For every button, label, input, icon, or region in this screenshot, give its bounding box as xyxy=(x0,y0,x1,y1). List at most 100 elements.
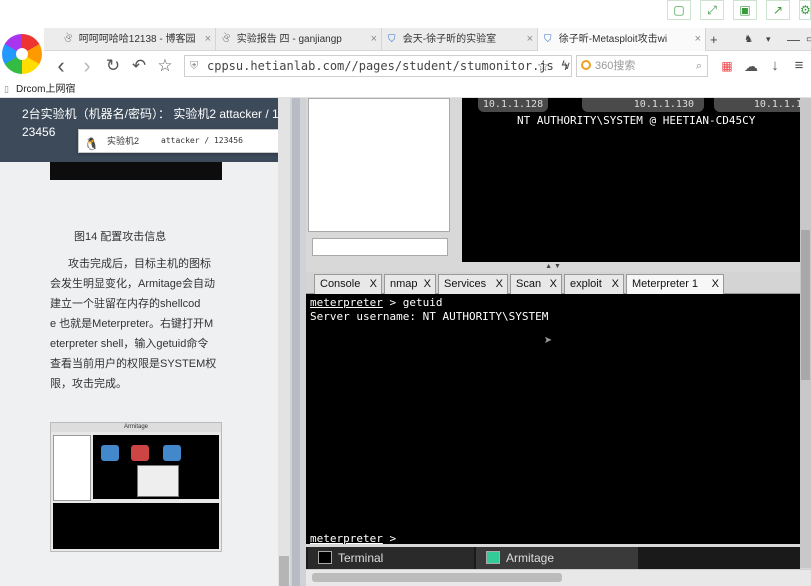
search-engine-icon xyxy=(581,60,591,70)
new-tab-button[interactable]: + xyxy=(710,28,718,51)
host-session-label: NT AUTHORITY\SYSTEM @ HEETIAN-CD45CY xyxy=(517,114,756,127)
tab-report[interactable]: ঔ 实验报告 四 - ganjiangp × xyxy=(216,28,382,51)
minimize-icon[interactable]: — xyxy=(787,28,800,51)
close-icon[interactable]: × xyxy=(205,28,211,51)
close-icon[interactable]: × xyxy=(527,28,533,51)
bookmark-star-button[interactable]: ☆ xyxy=(154,51,176,81)
console-prompt: meterpreter xyxy=(310,532,383,545)
search-icon[interactable]: ⌕ xyxy=(696,56,702,76)
panel-divider-handle[interactable] xyxy=(292,98,300,586)
paragraph-line: eterpreter shell，输入getuid命令 xyxy=(50,338,209,350)
taskbar-label: Terminal xyxy=(338,551,384,565)
tab-blog[interactable]: ঔ 呵呵呵哈哈12138 - 博客园 × xyxy=(58,28,216,51)
settings-icon[interactable]: ⚙ xyxy=(799,0,811,20)
undo-button[interactable]: ↶ xyxy=(128,51,150,81)
close-icon[interactable]: X xyxy=(370,275,377,293)
machine-info-line1: 2台实验机（机器名/密码）： 实验机2 attacker / 1 xyxy=(22,107,279,121)
console-input-line[interactable]: meterpreter > xyxy=(310,532,396,546)
shield-icon: ⛉ xyxy=(544,34,552,45)
mouse-cursor-icon: ➤ xyxy=(544,333,553,349)
tab-metasploit[interactable]: ⛉ 徐子昕-Metasploit攻击wi × xyxy=(538,28,706,51)
paw-icon: ঔ xyxy=(64,34,73,45)
tab-lab[interactable]: ⛉ 会天-徐子昕的实验室 × xyxy=(382,28,538,51)
horizontal-scroll-thumb[interactable] xyxy=(312,573,562,582)
forward-button[interactable]: › xyxy=(76,51,98,81)
menu-icon[interactable]: ≡ xyxy=(788,51,810,81)
cloud-icon[interactable]: ☁ xyxy=(740,51,762,81)
host-label[interactable]: 10.1.1.1 xyxy=(714,98,811,112)
address-dropdown-icon[interactable]: ∨ xyxy=(556,51,578,81)
terminal-icon xyxy=(318,551,332,564)
module-search-input[interactable] xyxy=(312,238,448,256)
chevron-down-icon[interactable]: ▾ xyxy=(766,28,771,51)
shield-icon: ⛉ xyxy=(388,34,396,45)
tab-label: 会天-徐子昕的实验室 xyxy=(402,34,497,45)
paragraph-line: 建立一个驻留在内存的shellcod xyxy=(50,298,201,310)
address-star-icon[interactable]: ☆ xyxy=(532,51,554,81)
phone-icon[interactable]: ▢ xyxy=(667,0,691,20)
close-icon[interactable]: X xyxy=(424,275,431,293)
console-command-line: meterpreter > getuid xyxy=(310,296,442,310)
desktop-taskbar: Terminal Armitage xyxy=(306,547,800,569)
skin-icon[interactable]: ♞ xyxy=(744,28,753,51)
taskbar-armitage[interactable]: Armitage xyxy=(476,547,638,569)
close-icon[interactable]: X xyxy=(550,275,557,293)
maximize-icon[interactable]: ▭ xyxy=(806,28,811,51)
search-placeholder: 360搜索 xyxy=(595,60,636,72)
tab-label: nmap xyxy=(390,278,418,290)
fullscreen-icon[interactable]: ⤢ xyxy=(700,0,724,20)
share-icon[interactable]: ↗ xyxy=(766,0,790,20)
article-scrollbar[interactable] xyxy=(278,98,290,586)
bookmark-item[interactable]: Drcom上网宿 xyxy=(16,84,75,95)
tab-label: 实验报告 四 - ganjiangp xyxy=(236,34,342,45)
tab-meterpreter[interactable]: Meterpreter 1 X xyxy=(626,274,724,294)
paragraph-line: 查看当前用户的权限是SYSTEM权 xyxy=(50,358,217,370)
tab-services[interactable]: Services X xyxy=(438,274,508,294)
console-prompt: meterpreter xyxy=(310,296,383,309)
tab-nmap[interactable]: nmap X xyxy=(384,274,436,294)
split-pane-handle[interactable]: ▲ ▼ xyxy=(306,262,800,272)
close-icon[interactable]: × xyxy=(371,28,377,51)
paragraph-line: 攻击完成后，目标主机的图标 xyxy=(68,258,211,270)
article-scroll-thumb[interactable] xyxy=(279,556,289,586)
tab-label: Console xyxy=(320,278,361,290)
reload-button[interactable]: ↻ xyxy=(102,51,124,81)
tab-scan[interactable]: Scan X xyxy=(510,274,562,294)
host-label[interactable]: 10.1.1.128 xyxy=(478,98,548,112)
back-button[interactable]: ‹ xyxy=(50,51,72,81)
close-icon[interactable]: X xyxy=(496,275,503,293)
save-icon[interactable]: ▣ xyxy=(733,0,757,20)
targets-graph[interactable]: 10.1.1.128 10.1.1.130 10.1.1.1 NT AUTHOR… xyxy=(462,98,811,262)
browser-logo-icon xyxy=(2,34,42,74)
taskbar-terminal[interactable]: Terminal xyxy=(308,547,474,569)
close-icon[interactable]: X xyxy=(612,275,619,293)
paragraph-line: 限，攻击完成。 xyxy=(50,378,127,390)
tab-bar: ঔ 呵呵呵哈哈12138 - 博客园 × ঔ 实验报告 四 - ganjiang… xyxy=(44,28,811,51)
apps-icon[interactable]: ▦ xyxy=(716,51,738,81)
screenshot-title: Armitage xyxy=(51,423,221,432)
armitage-scroll-thumb[interactable] xyxy=(801,230,810,380)
tab-label: Scan xyxy=(516,278,542,290)
tab-label: Services xyxy=(444,278,487,290)
search-input[interactable]: 360搜索 ⌕ xyxy=(576,55,708,77)
armitage-icon xyxy=(486,551,500,564)
tab-exploit[interactable]: exploit X xyxy=(564,274,624,294)
close-icon[interactable]: X xyxy=(712,275,719,293)
host-label[interactable]: 10.1.1.130 xyxy=(582,98,704,112)
tab-console[interactable]: Console X xyxy=(314,274,382,294)
paw-icon: ঔ xyxy=(222,34,231,45)
address-bar[interactable]: ⛨ cppsu.hetianlab.com//pages/student/stu… xyxy=(184,55,572,77)
machine-credentials: attacker / 123456 xyxy=(161,136,243,145)
figure-caption: 图14 配置攻击信息 xyxy=(74,231,167,243)
console-command: > getuid xyxy=(382,296,443,309)
paragraph-line: e 也就是Meterpreter。右键打开M xyxy=(50,318,214,330)
article-image-top xyxy=(50,162,222,180)
article-screenshot: Armitage xyxy=(50,422,222,552)
tab-label: exploit xyxy=(570,278,602,290)
meterpreter-console[interactable]: meterpreter > getuid Server username: NT… xyxy=(306,294,800,546)
download-icon[interactable]: ↓ xyxy=(764,51,786,81)
tab-label: Meterpreter 1 xyxy=(632,278,699,290)
module-tree[interactable] xyxy=(308,98,450,232)
close-icon[interactable]: × xyxy=(695,28,701,51)
bookmarks-bar: ▯ Drcom上网宿 xyxy=(0,81,811,98)
